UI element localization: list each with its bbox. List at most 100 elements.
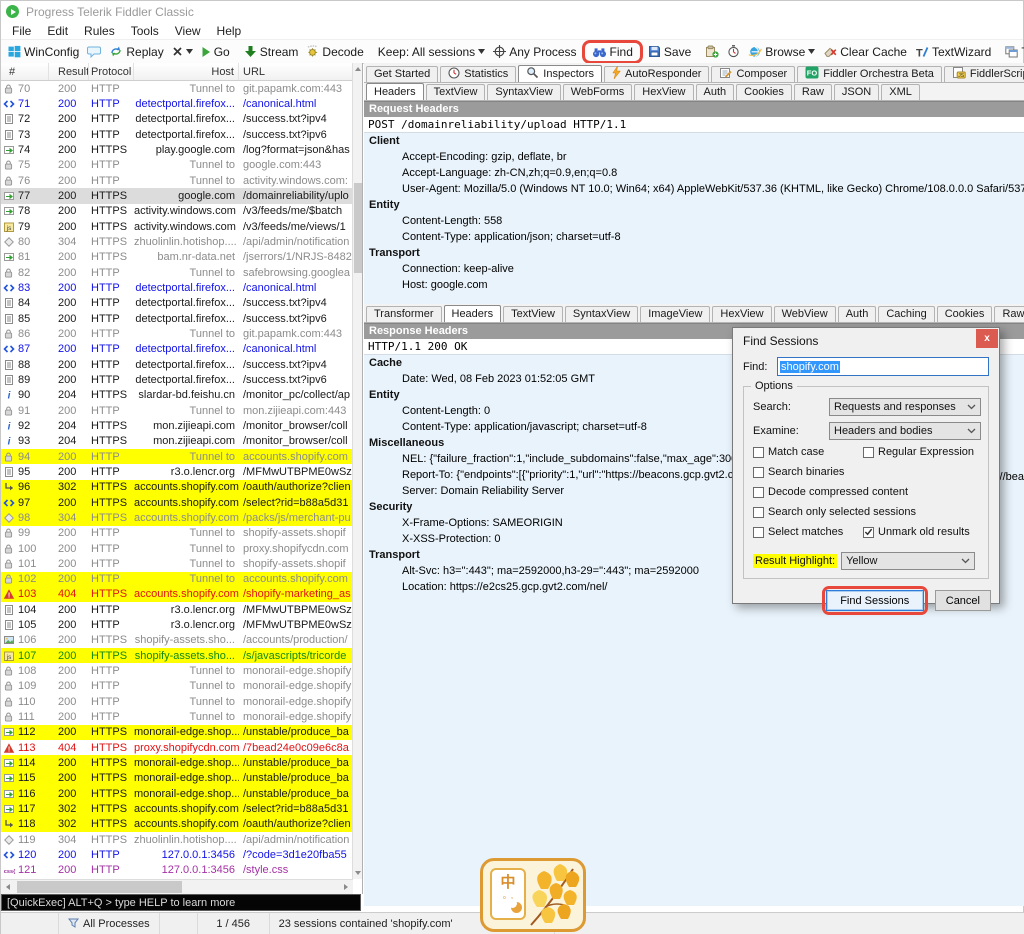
- response-tab-imageview[interactable]: ImageView: [640, 306, 710, 322]
- search-dropdown[interactable]: Requests and responses: [829, 398, 981, 416]
- session-row[interactable]: 96302HTTPSaccounts.shopify.com/oauth/aut…: [1, 480, 353, 495]
- toolbar-tearoff[interactable]: Tearoff: [1001, 43, 1024, 61]
- response-tab-auth[interactable]: Auth: [838, 306, 877, 322]
- request-tab-headers[interactable]: Headers: [366, 83, 424, 101]
- toolbar-timer[interactable]: [723, 43, 744, 60]
- toolbar-replay[interactable]: Replay: [105, 43, 167, 61]
- session-row[interactable]: 72200HTTPdetectportal.firefox.../success…: [1, 112, 353, 127]
- scroll-right-icon[interactable]: [339, 880, 353, 894]
- toolbar-winconfig[interactable]: WinConfig: [4, 43, 83, 61]
- main-tab-composer[interactable]: Composer: [711, 66, 795, 82]
- request-tab-hexview[interactable]: HexView: [634, 84, 693, 100]
- request-tab-textview[interactable]: TextView: [426, 84, 486, 100]
- checkbox-search-only-selected-sessions[interactable]: Search only selected sessions: [753, 506, 916, 518]
- session-row[interactable]: 71200HTTPdetectportal.firefox.../canonic…: [1, 96, 353, 111]
- toolbar-screenshot[interactable]: [701, 43, 723, 60]
- session-row[interactable]: 78200HTTPSactivity.windows.com/v3/feeds/…: [1, 204, 353, 219]
- response-tab-webview[interactable]: WebView: [774, 306, 836, 322]
- menu-edit[interactable]: Edit: [39, 23, 76, 39]
- session-row[interactable]: 106200HTTPSshopify-assets.sho.../account…: [1, 633, 353, 648]
- session-row[interactable]: 108200HTTPTunnel tomonorail-edge.shopify: [1, 663, 353, 678]
- session-row[interactable]: 120200HTTP127.0.0.1:3456/?code=3d1e20fba…: [1, 847, 353, 862]
- toolbar-find[interactable]: Find: [588, 43, 637, 61]
- session-row[interactable]: 95200HTTPr3.o.lencr.org/MFMwUTBPME0wSzA: [1, 464, 353, 479]
- session-row[interactable]: 102200HTTPTunnel toaccounts.shopify.com: [1, 572, 353, 587]
- session-row[interactable]: i92204HTTPSmon.zijieapi.com/monitor_brow…: [1, 418, 353, 433]
- session-row[interactable]: 114200HTTPSmonorail-edge.shop.../unstabl…: [1, 755, 353, 770]
- session-row[interactable]: 112200HTTPSmonorail-edge.shop.../unstabl…: [1, 725, 353, 740]
- response-tab-cookies[interactable]: Cookies: [937, 306, 993, 322]
- toolbar-textwizard[interactable]: TTextWizard: [911, 43, 995, 61]
- main-tab-get-started[interactable]: Get Started: [366, 66, 438, 82]
- toolbar-browse[interactable]: Browse: [744, 43, 819, 61]
- dialog-title-bar[interactable]: Find Sessions x: [733, 328, 999, 353]
- session-row[interactable]: 97200HTTPSaccounts.shopify.com/select?ri…: [1, 495, 353, 510]
- session-row[interactable]: 111200HTTPTunnel tomonorail-edge.shopify: [1, 709, 353, 724]
- session-row[interactable]: 80304HTTPSzhuolinlin.hotishop..../api/ad…: [1, 234, 353, 249]
- session-row[interactable]: 116200HTTPSmonorail-edge.shop.../unstabl…: [1, 786, 353, 801]
- dialog-close-button[interactable]: x: [976, 329, 998, 348]
- column-header-protocol[interactable]: Protocol: [89, 63, 134, 80]
- session-row[interactable]: 110200HTTPTunnel tomonorail-edge.shopify: [1, 694, 353, 709]
- session-row[interactable]: 115200HTTPSmonorail-edge.shop.../unstabl…: [1, 771, 353, 786]
- response-tab-textview[interactable]: TextView: [503, 306, 563, 322]
- cancel-button[interactable]: Cancel: [935, 590, 991, 611]
- session-row[interactable]: 100200HTTPTunnel toproxy.shopifycdn.com: [1, 541, 353, 556]
- toolbar-clear-cache[interactable]: Clear Cache: [819, 43, 911, 61]
- session-row[interactable]: 118302HTTPSaccounts.shopify.com/oauth/au…: [1, 817, 353, 832]
- scroll-left-icon[interactable]: [1, 880, 15, 894]
- checkbox-unmark-old-results[interactable]: Unmark old results: [863, 526, 970, 538]
- session-row[interactable]: 85200HTTPdetectportal.firefox.../success…: [1, 311, 353, 326]
- session-row[interactable]: 84200HTTPdetectportal.firefox.../success…: [1, 296, 353, 311]
- session-row[interactable]: !103404HTTPSaccounts.shopify.com/shopify…: [1, 587, 353, 602]
- horizontal-scroll-thumb[interactable]: [17, 881, 182, 893]
- response-tab-transformer[interactable]: Transformer: [366, 306, 442, 322]
- menu-rules[interactable]: Rules: [76, 23, 123, 39]
- all-processes-filter[interactable]: All Processes: [59, 913, 160, 934]
- request-tab-webforms[interactable]: WebForms: [563, 84, 633, 100]
- session-row[interactable]: i90204HTTPSslardar-bd.feishu.cn/monitor_…: [1, 388, 353, 403]
- find-sessions-button[interactable]: Find Sessions: [826, 590, 924, 611]
- quickexec-input[interactable]: [QuickExec] ALT+Q > type HELP to learn m…: [1, 894, 361, 911]
- session-row[interactable]: 94200HTTPTunnel toaccounts.shopify.com: [1, 449, 353, 464]
- response-tab-raw[interactable]: Raw: [994, 306, 1024, 322]
- request-tab-cookies[interactable]: Cookies: [736, 84, 792, 100]
- menu-help[interactable]: Help: [209, 23, 250, 39]
- session-list-vertical-scrollbar[interactable]: [352, 63, 362, 879]
- column-header-[interactable]: #: [1, 63, 49, 80]
- result-highlight-dropdown[interactable]: Yellow: [841, 552, 975, 570]
- menu-view[interactable]: View: [167, 23, 209, 39]
- response-tab-caching[interactable]: Caching: [878, 306, 934, 322]
- checkbox-search-binaries[interactable]: Search binaries: [753, 466, 844, 478]
- session-row[interactable]: 91200HTTPTunnel tomon.zijieapi.com:443: [1, 403, 353, 418]
- toolbar-stream[interactable]: Stream: [240, 43, 303, 61]
- session-row[interactable]: 98304HTTPSaccounts.shopify.com/packs/js/…: [1, 510, 353, 525]
- session-row[interactable]: css{121200HTTP127.0.0.1:3456/style.css: [1, 863, 353, 878]
- session-row[interactable]: 73200HTTPdetectportal.firefox.../success…: [1, 127, 353, 142]
- request-tab-raw[interactable]: Raw: [794, 84, 832, 100]
- main-tab-fiddler-orchestra-beta[interactable]: FOFiddler Orchestra Beta: [797, 66, 942, 82]
- toolbar-remove-sessions[interactable]: [168, 44, 197, 59]
- column-header-result[interactable]: Result: [49, 63, 89, 80]
- vertical-scroll-thumb[interactable]: [354, 183, 362, 273]
- session-row[interactable]: 88200HTTPdetectportal.firefox.../success…: [1, 357, 353, 372]
- session-row[interactable]: !113404HTTPSproxy.shopifycdn.com/7bead24…: [1, 740, 353, 755]
- session-list-horizontal-scrollbar[interactable]: [1, 879, 353, 894]
- session-row[interactable]: 109200HTTPTunnel tomonorail-edge.shopify: [1, 679, 353, 694]
- scroll-down-icon[interactable]: [353, 867, 363, 879]
- session-row[interactable]: 75200HTTPTunnel togoogle.com:443: [1, 158, 353, 173]
- examine-dropdown[interactable]: Headers and bodies: [829, 422, 981, 440]
- request-tab-syntaxview[interactable]: SyntaxView: [487, 84, 560, 100]
- checkbox-regular-expression[interactable]: Regular Expression: [863, 446, 974, 458]
- response-tab-hexview[interactable]: HexView: [712, 306, 771, 322]
- session-row[interactable]: 81200HTTPSbam.nr-data.net/jserrors/1/NRJ…: [1, 250, 353, 265]
- session-row[interactable]: 117302HTTPSaccounts.shopify.com/select?r…: [1, 801, 353, 816]
- session-row[interactable]: i93204HTTPSmon.zijieapi.com/monitor_brow…: [1, 434, 353, 449]
- request-tab-xml[interactable]: XML: [881, 84, 920, 100]
- session-row[interactable]: js107200HTTPSshopify-assets.sho.../s/jav…: [1, 648, 353, 663]
- session-row[interactable]: 82200HTTPTunnel tosafebrowsing.googlea: [1, 265, 353, 280]
- session-row[interactable]: 87200HTTPdetectportal.firefox.../canonic…: [1, 342, 353, 357]
- session-row[interactable]: 101200HTTPTunnel toshopify-assets.shopif: [1, 556, 353, 571]
- session-row[interactable]: 104200HTTPr3.o.lencr.org/MFMwUTBPME0wSzA: [1, 602, 353, 617]
- main-tab-fiddlerscript[interactable]: JSFiddlerScript: [944, 66, 1024, 82]
